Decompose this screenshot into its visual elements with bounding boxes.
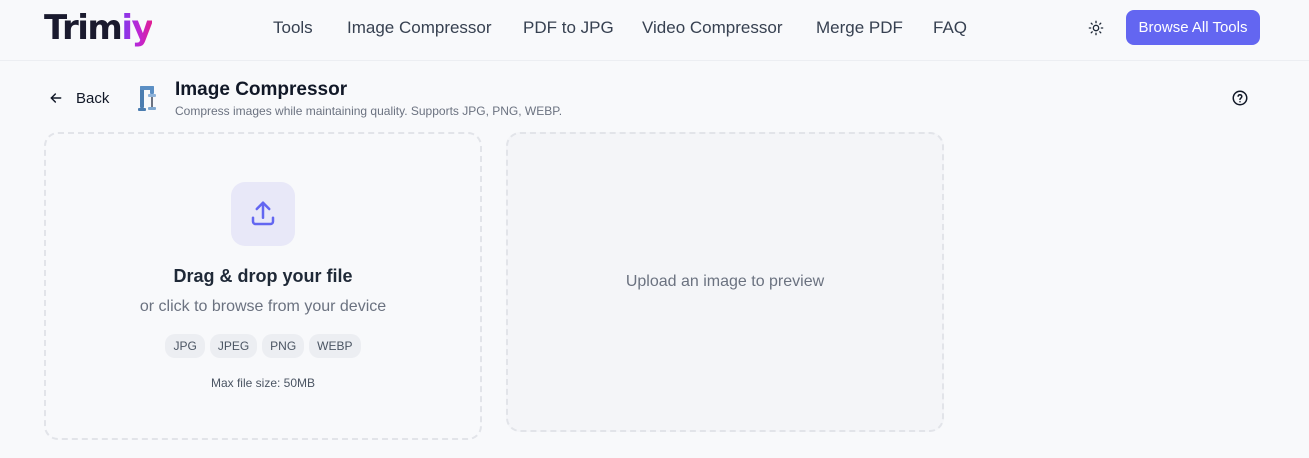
nav-link-pdf-to-jpg[interactable]: PDF to JPG [523,18,614,38]
clamp-icon [138,86,156,111]
nav-link-tools[interactable]: Tools [273,18,313,38]
nav-link-image-compressor[interactable]: Image Compressor [347,18,492,38]
help-circle-icon[interactable] [1231,89,1249,107]
page-subtitle: Compress images while maintaining qualit… [175,104,563,118]
max-file-size: Max file size: 50MB [210,376,316,390]
drop-zone-title: Drag & drop your file [173,266,353,286]
supported-formats: JPG JPEG PNG WEBP [46,334,480,358]
file-drop-zone[interactable]: Drag & drop your file or click to browse… [44,132,482,440]
nav-link-faq[interactable]: FAQ [933,18,967,38]
format-chip: JPG [165,334,205,358]
format-chip: JPEG [209,334,258,358]
browse-all-tools-button[interactable]: Browse All Tools [1126,10,1260,45]
upload-badge [231,182,295,246]
arrow-left-icon [50,93,62,103]
preview-placeholder: Upload an image to preview [625,273,825,290]
upload-icon [251,201,275,226]
format-chip: WEBP [309,334,361,358]
theme-toggle-button[interactable] [1085,17,1107,39]
trimiy-logo[interactable]: Trim iy [44,8,154,48]
back-label: Back [76,89,110,107]
image-preview-panel: Upload an image to preview [506,132,944,432]
logo-text-part2: iy [121,8,153,48]
nav-link-merge-pdf[interactable]: Merge PDF [816,18,903,38]
logo-text-part1: Trim [44,8,123,48]
sun-icon [1088,20,1104,36]
format-chip: PNG [262,334,305,358]
drop-zone-subtitle: or click to browse from your device [139,298,387,315]
page-title: Image Compressor [175,79,348,100]
nav-link-video-compressor[interactable]: Video Compressor [642,18,782,38]
top-nav-bar: Trim iy Tools Image Compressor PDF to JPG… [0,0,1309,61]
back-button[interactable]: Back [48,88,109,108]
